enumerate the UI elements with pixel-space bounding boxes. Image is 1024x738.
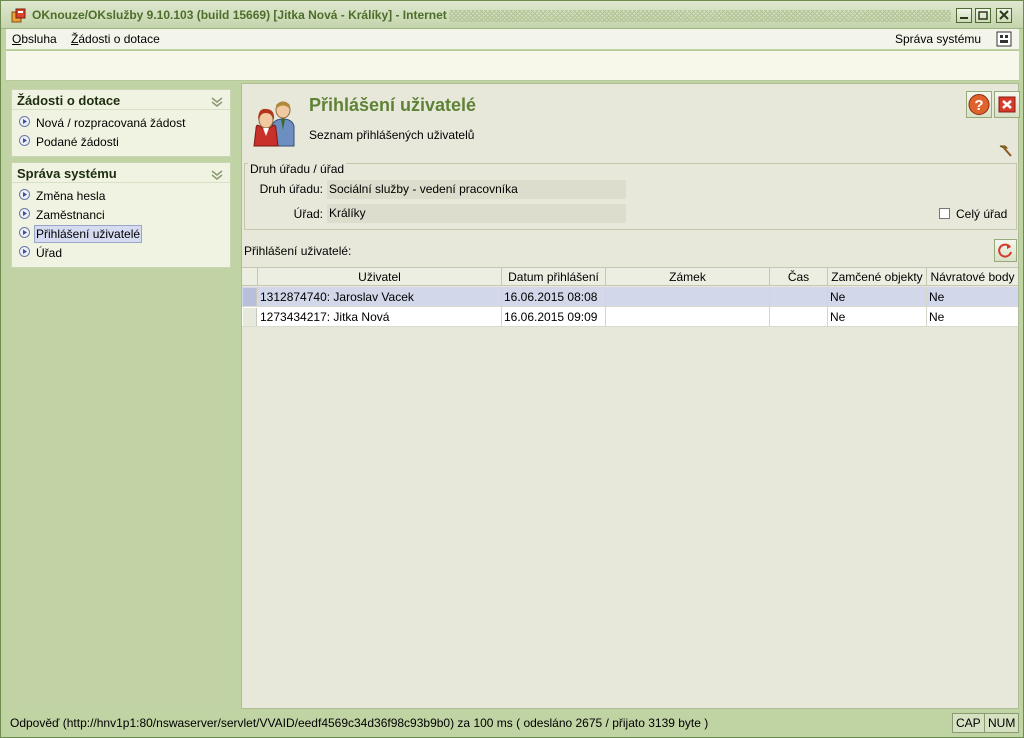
panel-sprava-systemu: Správa systému Změna hesla Zaměstnanci P… [11,162,231,268]
cell-divider [827,307,828,327]
cell-divider [926,287,927,307]
arrow-bullet-icon [19,189,30,200]
sidebar-item-label: Úřad [36,246,63,260]
cell-datum: 16.06.2015 08:08 [504,290,598,304]
row-marker[interactable] [243,308,257,326]
menu-bar: Obsluha Žádosti o dotace Správa systému [6,29,1019,49]
arrow-bullet-icon [19,116,30,127]
window-close-button[interactable] [996,8,1012,23]
sidebar-item-label: Přihlášení uživatelé [34,225,143,243]
menu-obsluha[interactable]: Obsluha [12,32,57,46]
urad-field[interactable]: Králíky [327,204,626,223]
cell-navratove-body: Ne [929,290,945,304]
cell-divider [926,307,927,327]
close-icon [998,96,1016,113]
minimize-button[interactable] [956,8,972,23]
panel-zadosti: Žádosti o dotace Nová / rozpracovaná žád… [11,89,231,157]
panel-title: Žádosti o dotace [17,93,121,108]
sidebar-item-zamestnanci[interactable]: Zaměstnanci [12,205,230,224]
cell-uzivatel: 1273434217: Jitka Nová [260,310,390,324]
app-window: OKnouze/OKslužby 9.10.103 (build 15669) … [0,0,1024,738]
cell-divider [769,307,770,327]
toolbar-strip [6,50,1019,81]
sidebar-item-prihlaseni-uzivatele[interactable]: Přihlášení uživatelé [12,224,230,243]
druh-uradu-field[interactable]: Sociální služby - vedení pracovníka [327,180,626,199]
filter-legend: Druh úřadu / úřad [248,162,347,176]
header-marker [242,268,258,286]
title-bar[interactable]: OKnouze/OKslužby 9.10.103 (build 15669) … [1,1,1023,29]
refresh-icon [998,243,1012,258]
urad-label: Úřad: [293,207,323,221]
table-section-label: Přihlášení uživatelé: [244,244,352,258]
menu-sprava-systemu[interactable]: Správa systému [895,32,981,46]
cell-divider [605,287,606,307]
cell-divider [501,287,502,307]
num-indicator: NUM [984,713,1020,733]
sidebar-item-zmena-hesla[interactable]: Změna hesla [12,186,230,205]
keyboard-icon[interactable] [996,31,1012,47]
column-header-zamcene-objekty[interactable]: Zamčené objekty [828,268,927,286]
cell-divider [501,307,502,327]
cell-divider [605,307,606,327]
sidebar-item-urad[interactable]: Úřad [12,243,230,262]
cell-divider [827,287,828,307]
refresh-button[interactable] [994,239,1017,262]
cap-indicator: CAP [952,713,985,733]
arrow-bullet-icon [19,246,30,257]
cell-datum: 16.06.2015 09:09 [504,310,598,324]
column-header-datum[interactable]: Datum přihlášení [502,268,606,286]
collapse-icon[interactable] [211,168,223,180]
maximize-button[interactable] [975,8,991,23]
table-row[interactable]: 1273434217: Jitka Nová 16.06.2015 09:09 … [242,307,1018,327]
sidebar: Žádosti o dotace Nová / rozpracovaná žád… [6,83,235,709]
sidebar-item-label: Nová / rozpracovaná žádost [36,116,186,130]
panel-header[interactable]: Správa systému [12,163,230,183]
sidebar-item-label: Změna hesla [36,189,106,203]
arrow-bullet-icon [19,135,30,146]
panel-header[interactable]: Žádosti o dotace [12,90,230,110]
column-header-navratove-body[interactable]: Návratové body [927,268,1018,286]
app-icon[interactable] [11,8,27,23]
title-grip [449,10,951,22]
cely-urad-checkbox[interactable] [939,208,950,219]
users-icon [248,96,300,148]
cell-zamcene-objekty: Ne [830,310,846,324]
collapse-icon[interactable] [211,95,223,107]
main-content: Přihlášení uživatelé Seznam přihlášených… [241,83,1020,709]
close-page-button[interactable] [994,91,1020,118]
page-header: Přihlášení uživatelé Seznam přihlášených… [242,84,1020,162]
sidebar-item-podane-zadosti[interactable]: Podané žádosti [12,132,230,151]
page-title: Přihlášení uživatelé [309,95,477,115]
users-table: Uživatel Datum přihlášení Zámek Čas Zamč… [242,267,1018,707]
druh-uradu-label: Druh úřadu: [259,182,323,196]
cell-uzivatel: 1312874740: Jaroslav Vacek [260,290,414,304]
status-text: Odpověď (http://hnv1p1:80/nswaserver/ser… [10,716,709,730]
hammer-icon[interactable] [998,144,1012,158]
cely-urad-label[interactable]: Celý úřad [956,207,1007,221]
column-header-zamek[interactable]: Zámek [606,268,770,286]
sidebar-item-label: Zaměstnanci [36,208,105,222]
table-row[interactable]: 1312874740: Jaroslav Vacek 16.06.2015 08… [242,287,1018,307]
column-header-uzivatel[interactable]: Uživatel [258,268,502,286]
arrow-bullet-icon [19,208,30,219]
column-header-cas[interactable]: Čas [770,268,828,286]
arrow-bullet-icon [19,227,30,238]
help-button[interactable]: ? [966,91,992,118]
window-title: OKnouze/OKslužby 9.10.103 (build 15669) … [32,8,447,22]
cell-zamcene-objekty: Ne [830,290,846,304]
sidebar-item-label: Podané žádosti [36,135,119,149]
row-marker[interactable] [243,288,257,306]
help-icon: ? [968,94,990,115]
svg-text:?: ? [974,97,983,114]
cell-navratove-body: Ne [929,310,945,324]
page-subtitle: Seznam přihlášených uživatelů [309,128,475,142]
cell-divider [769,287,770,307]
menu-zadosti[interactable]: Žádosti o dotace [71,32,160,46]
panel-title: Správa systému [17,166,117,181]
status-bar: Odpověď (http://hnv1p1:80/nswaserver/ser… [1,710,1023,736]
table-header: Uživatel Datum přihlášení Zámek Čas Zamč… [242,267,1018,286]
sidebar-item-nova-zadost[interactable]: Nová / rozpracovaná žádost [12,113,230,132]
